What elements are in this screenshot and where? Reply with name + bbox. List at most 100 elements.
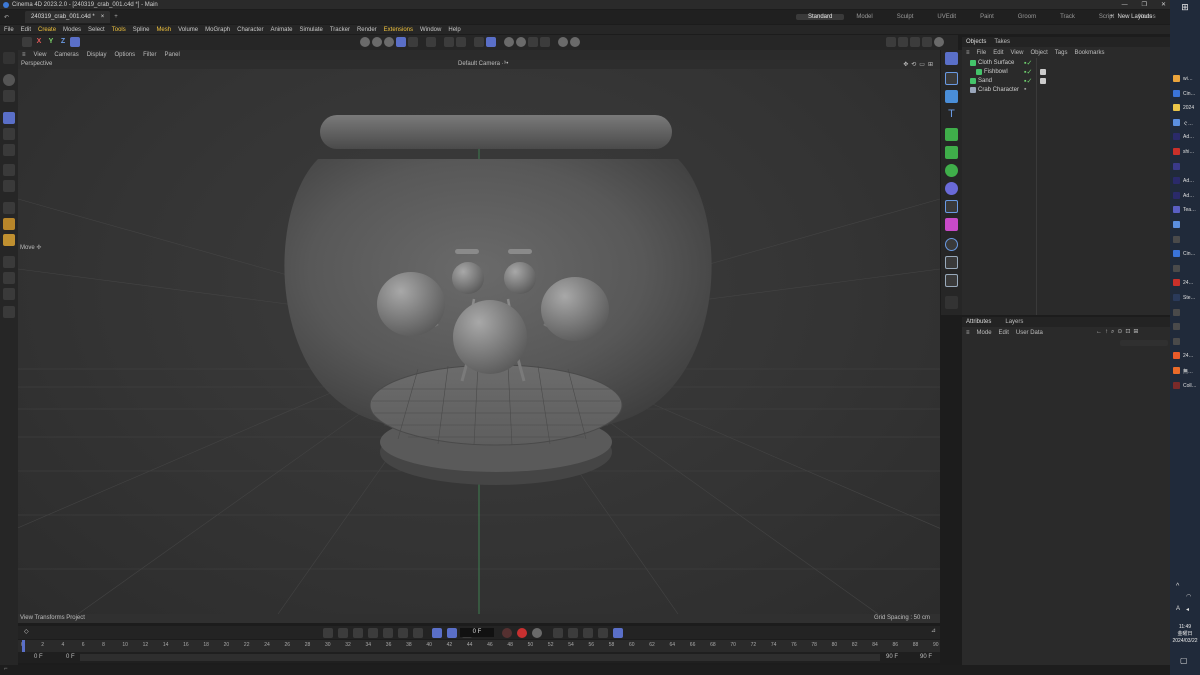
rotate-tool-icon[interactable] (3, 128, 15, 140)
timeline-options-icon[interactable]: ⊿ (931, 627, 936, 634)
taskbar-app-item[interactable]: Ad… (1172, 189, 1198, 203)
taskbar-app-item[interactable]: Cin… (1172, 87, 1198, 101)
next-key-icon[interactable] (398, 628, 408, 638)
menu-mograph[interactable]: MoGraph (205, 27, 230, 33)
tab-objects[interactable]: Objects (966, 39, 986, 45)
generator-icon[interactable] (945, 128, 958, 141)
attributes-search-field[interactable] (1120, 340, 1168, 346)
objects-menu-tags[interactable]: Tags (1055, 50, 1068, 56)
visibility-dots[interactable]: ▪ (1024, 86, 1026, 93)
deformer-icon[interactable] (945, 182, 958, 195)
attributes-hamburger-icon[interactable]: ≡ (966, 330, 970, 336)
polygons-mode-icon[interactable] (384, 37, 394, 47)
attributes-nav-icons[interactable]: ←↑⌕⊙⊡⊞ (1096, 328, 1141, 336)
render-region-icon[interactable] (474, 37, 484, 47)
material-tag-icon[interactable] (1040, 78, 1046, 84)
taskbar-app-item[interactable]: 24… (1172, 349, 1198, 363)
new-layouts-button[interactable]: + New Layouts (1110, 12, 1152, 22)
taskbar-app-item[interactable] (1172, 160, 1198, 174)
scene-icon[interactable] (945, 238, 958, 251)
light-icon[interactable] (945, 274, 958, 287)
taskbar-app-item[interactable]: shi… (1172, 145, 1198, 159)
current-frame-field[interactable]: 0 F (460, 628, 494, 637)
viewport-menu-panel[interactable]: Panel (164, 52, 179, 58)
pen-icon[interactable] (945, 296, 958, 309)
ime-indicator[interactable]: A (1176, 606, 1180, 612)
objects-hamburger-icon[interactable]: ≡ (966, 50, 970, 56)
no-entry-icon[interactable] (558, 37, 568, 47)
taskbar-app-item[interactable]: Cin… (1172, 247, 1198, 261)
restore-icon[interactable]: ❐ (1142, 1, 1147, 8)
range-slider[interactable] (80, 654, 880, 661)
extrude-icon[interactable] (3, 234, 15, 246)
coordinate-system-icon[interactable] (70, 37, 80, 47)
viewport-menu-view[interactable]: View (34, 52, 47, 58)
field-icon[interactable] (945, 200, 958, 213)
layout-groom[interactable]: Groom (1006, 14, 1048, 20)
object-row-fishbowl[interactable]: Fishbowl ▪✓ (962, 68, 1170, 77)
tray-chevron-icon[interactable]: ^ (1176, 583, 1179, 590)
end-frame-a[interactable]: 90 F (886, 654, 898, 660)
move-tool-icon[interactable] (3, 112, 15, 124)
axis-tool-icon[interactable] (3, 180, 15, 192)
scale-tool-icon[interactable] (3, 144, 15, 156)
previous-frame-icon[interactable] (353, 628, 363, 638)
layout-track[interactable]: Track (1048, 14, 1087, 20)
redshift-icon[interactable] (934, 37, 944, 47)
taskbar-app-item[interactable] (1172, 218, 1198, 232)
taskbar-app-item[interactable]: 2024 (1172, 101, 1198, 115)
symmetry-icon[interactable] (528, 37, 538, 47)
search-icon[interactable] (3, 52, 15, 64)
menu-file[interactable]: File (4, 27, 14, 33)
object-row-sand[interactable]: Sand ▪✓ (962, 77, 1170, 86)
visibility-checks[interactable]: ▪✓ (1024, 77, 1032, 85)
render-queue-icon[interactable] (922, 37, 932, 47)
workplane-icon[interactable] (486, 37, 496, 47)
objects-menu-edit[interactable]: Edit (993, 50, 1003, 56)
menu-extensions[interactable]: Extensions (384, 27, 413, 33)
snap-icon[interactable] (444, 37, 454, 47)
objects-menu-file[interactable]: File (977, 50, 987, 56)
close-tab-icon[interactable]: × (101, 14, 105, 20)
viewport-hamburger-icon[interactable]: ≡ (22, 52, 26, 58)
tab-attributes[interactable]: Attributes (966, 319, 991, 325)
object-row-cloth-surface[interactable]: Cloth Surface ▪✓ (962, 59, 1170, 68)
gear-icon[interactable] (945, 164, 958, 177)
knife-icon[interactable] (3, 218, 15, 230)
keyframe-icon[interactable] (516, 37, 526, 47)
viewport-menu-cameras[interactable]: Cameras (54, 52, 78, 58)
tab-takes[interactable]: Takes (994, 39, 1010, 45)
attribute-icon[interactable] (570, 37, 580, 47)
scale-key-icon[interactable] (583, 628, 593, 638)
render-picture-viewer-icon[interactable] (898, 37, 908, 47)
selection-icon[interactable] (3, 74, 15, 86)
next-frame-icon[interactable] (383, 628, 393, 638)
menu-mesh[interactable]: Mesh (156, 27, 171, 33)
points-mode-icon[interactable] (360, 37, 370, 47)
snap-settings-icon[interactable] (456, 37, 466, 47)
viewport-menu-display[interactable]: Display (87, 52, 107, 58)
edit-render-settings-icon[interactable] (910, 37, 920, 47)
camera-label[interactable]: Default Camera ·⁹• (458, 61, 508, 67)
tab-layers[interactable]: Layers (1005, 319, 1023, 325)
primitive-cube-icon[interactable] (945, 90, 958, 103)
x-axis-lock[interactable]: X (34, 37, 44, 47)
viewport-nav-icons[interactable]: ✥⟲▭⊞ (903, 61, 936, 68)
undo-icon[interactable]: ↶ (4, 14, 9, 21)
y-axis-lock[interactable]: Y (46, 37, 56, 47)
polygon-pen-icon[interactable] (3, 306, 15, 318)
paint-brush-icon[interactable] (3, 256, 15, 268)
z-axis-lock[interactable]: Z (58, 37, 68, 47)
play-icon[interactable] (368, 628, 378, 638)
pla-key-icon[interactable] (613, 628, 623, 638)
preview-range-icon[interactable] (447, 628, 457, 638)
magnet-icon[interactable] (3, 288, 15, 300)
object-tool-icon[interactable] (945, 52, 958, 65)
rotate-key-icon[interactable] (568, 628, 578, 638)
menu-animate[interactable]: Animate (270, 27, 292, 33)
menu-help[interactable]: Help (448, 27, 460, 33)
sculpt-icon[interactable] (3, 272, 15, 284)
viewport-menu-options[interactable]: Options (114, 52, 135, 58)
loop-icon[interactable] (432, 628, 442, 638)
close-icon[interactable]: ✕ (1161, 1, 1166, 8)
